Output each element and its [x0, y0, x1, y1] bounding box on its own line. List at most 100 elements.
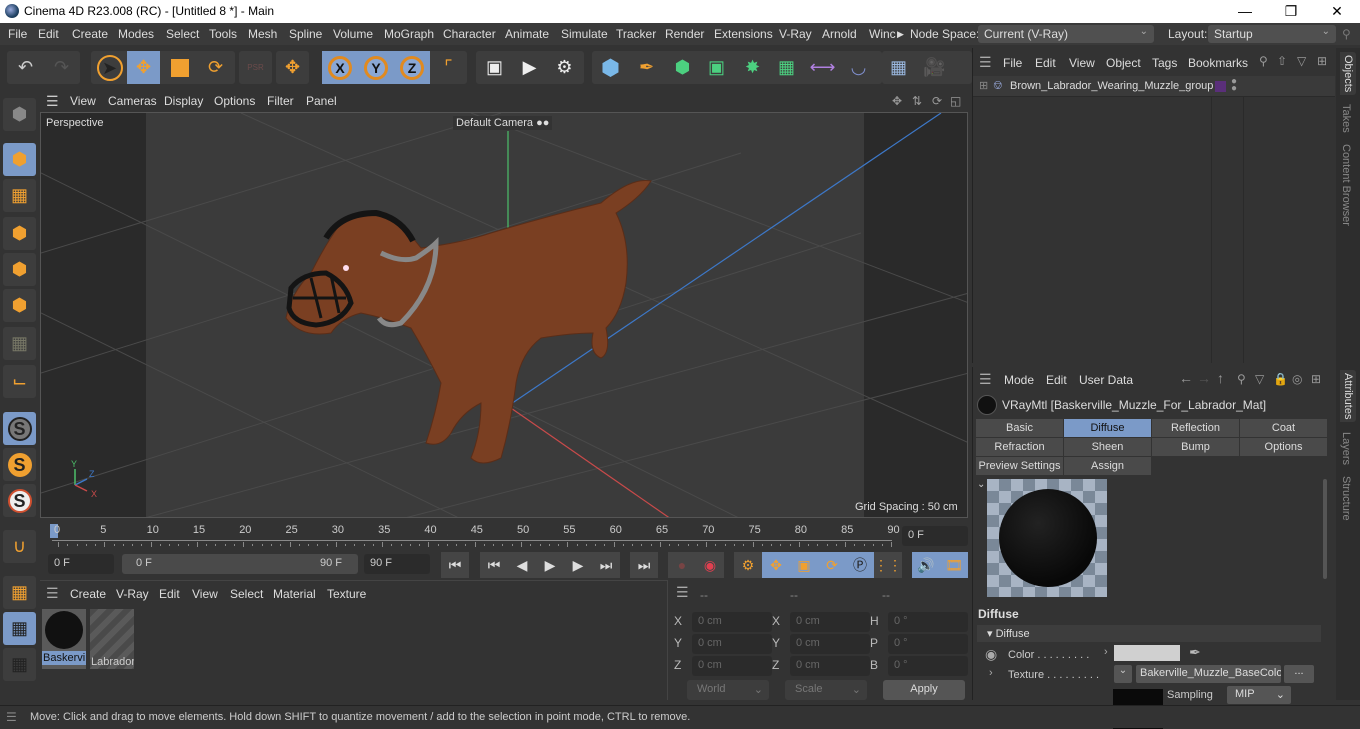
render-picture-viewer-icon[interactable]: ▶ [513, 51, 546, 84]
side-tab-layers[interactable]: Layers [1340, 432, 1352, 465]
tab-coat[interactable]: Coat [1240, 419, 1328, 437]
snap-settings-icon[interactable]: S [3, 448, 36, 481]
workplane-icon[interactable]: ▦ [3, 576, 36, 609]
hamburger-icon[interactable]: ☰ [979, 54, 992, 71]
mat-menu-view[interactable]: View [192, 587, 218, 601]
tab-diffuse[interactable]: Diffuse [1064, 419, 1152, 437]
visibility-dots-icon[interactable]: ● ● [1231, 77, 1237, 94]
attr-menu-mode[interactable]: Mode [1004, 373, 1034, 387]
sampling-select[interactable]: MIP ⌄ [1227, 686, 1291, 704]
color-swatch[interactable] [1114, 645, 1180, 661]
mograph-cubes-icon[interactable]: ▦ [770, 51, 803, 84]
diffuse-group-header[interactable]: ▾ Diffuse [977, 625, 1321, 642]
rotate-view-icon[interactable]: ⟳ [932, 94, 942, 108]
restore-icon[interactable]: ❐ [1268, 0, 1314, 23]
menu-tracker[interactable]: Tracker [616, 27, 656, 41]
coord-mode-select[interactable]: World ⌄ [687, 680, 769, 700]
coord-value-field[interactable]: 0 cm [790, 612, 870, 632]
render-view-icon[interactable]: ▣ [478, 51, 511, 84]
menu-extensions[interactable]: Extensions [714, 27, 773, 41]
radio-icon[interactable]: ◉ [985, 646, 997, 663]
timeline-ruler[interactable]: 0 5 10 15 20 25 30 35 40 45 50 55 60 65 70 75 80 85 90 0 F [40, 518, 970, 550]
menu-select[interactable]: Select [166, 27, 199, 41]
key-pla-icon[interactable]: ⋮⋮ [874, 552, 902, 578]
apply-button[interactable]: Apply [883, 680, 965, 700]
tab-reflection[interactable]: Reflection [1152, 419, 1240, 437]
menu-character[interactable]: Character [443, 27, 496, 41]
back-arrow-icon[interactable]: ← [1179, 370, 1193, 386]
goto-start-icon[interactable]: ⏮ [441, 552, 469, 578]
end-frame-field[interactable]: 90 F [364, 554, 430, 574]
points-mode-icon[interactable]: ⬢ [3, 217, 36, 250]
mat-menu-create[interactable]: Create [70, 587, 106, 601]
texture-dropdown[interactable]: ⌄ [1114, 665, 1132, 683]
menu-overflow-arrow-icon[interactable]: ▶ [897, 29, 904, 40]
psr-icon[interactable]: PSR [239, 51, 272, 84]
obj-menu-view[interactable]: View [1069, 56, 1095, 70]
snap-enable-icon[interactable]: S [3, 484, 36, 517]
viewport-menu-panel[interactable]: Panel [306, 94, 337, 108]
obj-menu-edit[interactable]: Edit [1035, 56, 1056, 70]
coord-value-field[interactable]: 0 cm [692, 634, 772, 654]
side-tab-content-browser[interactable]: Content Browser [1340, 144, 1352, 226]
material-swatch-labrador[interactable]: Labrador [90, 609, 134, 669]
viewport-menu-display[interactable]: Display [164, 94, 203, 108]
menu-create[interactable]: Create [72, 27, 108, 41]
side-tab-structure[interactable]: Structure [1340, 476, 1352, 521]
texture-mode-icon[interactable]: ▦ [3, 179, 36, 212]
eyedropper-icon[interactable]: ✒ [1189, 644, 1201, 661]
viewport-menu-options[interactable]: Options [214, 94, 255, 108]
subdivision-icon[interactable]: ⬢ [666, 51, 699, 84]
lock-icon[interactable]: 🔒 [1273, 372, 1288, 386]
next-key-icon[interactable]: ⏭ [592, 552, 620, 578]
magnet-icon[interactable]: ∪ [3, 530, 36, 563]
menu-tools[interactable]: Tools [209, 27, 237, 41]
move-tool-icon[interactable]: ✥ [127, 51, 160, 84]
hamburger-icon[interactable]: ☰ [676, 584, 689, 601]
hamburger-icon[interactable]: ☰ [979, 371, 992, 388]
obj-menu-bookmarks[interactable]: Bookmarks [1188, 56, 1248, 70]
viewport-menu-filter[interactable]: Filter [267, 94, 294, 108]
undo-icon[interactable]: ↶ [9, 51, 42, 84]
obj-menu-tags[interactable]: Tags [1152, 56, 1177, 70]
menu-volume[interactable]: Volume [333, 27, 373, 41]
attributes-scrollbar[interactable] [1323, 479, 1327, 579]
menu-render[interactable]: Render [665, 27, 704, 41]
edges-mode-icon[interactable]: ⬢ [3, 253, 36, 286]
deformer-icon[interactable]: ⟷ [806, 51, 839, 84]
prev-key-icon[interactable]: ⏮ [480, 552, 508, 578]
attr-menu-edit[interactable]: Edit [1046, 373, 1067, 387]
viewport-menu-view[interactable]: View [70, 94, 96, 108]
menu-modes[interactable]: Modes [118, 27, 154, 41]
filter-icon[interactable]: ▽ [1255, 372, 1264, 386]
hamburger-icon[interactable]: ☰ [46, 93, 59, 110]
select-tool-icon[interactable]: ➤ [93, 51, 126, 84]
start-frame-field[interactable]: 0 F [48, 554, 114, 574]
menu-spline[interactable]: Spline [289, 27, 322, 41]
hamburger-icon[interactable]: ☰ [46, 585, 59, 602]
menu-edit[interactable]: Edit [38, 27, 59, 41]
goto-end-icon[interactable]: ⏭ [630, 552, 658, 578]
menu-mesh[interactable]: Mesh [248, 27, 277, 41]
current-frame-field[interactable]: 0 F [902, 526, 968, 546]
object-name[interactable]: Brown_Labrador_Wearing_Muzzle_group [1010, 80, 1213, 92]
forward-arrow-icon[interactable]: → [1197, 370, 1211, 386]
search-icon[interactable]: ⚲ [1237, 372, 1246, 386]
filter-icon[interactable]: ▽ [1297, 54, 1306, 68]
camera-icon[interactable]: 🎥 [918, 51, 951, 84]
layout-select[interactable]: Startup ⌄ [1208, 25, 1336, 43]
side-tab-takes[interactable]: Takes [1340, 104, 1352, 133]
film-icon[interactable]: 🎞 [940, 552, 968, 578]
workplane-align-icon[interactable]: ▦ [3, 648, 36, 681]
menu-window[interactable]: Winc [869, 27, 896, 41]
obj-menu-object[interactable]: Object [1106, 56, 1141, 70]
material-swatch-baskerville[interactable]: Baskervi [42, 609, 86, 669]
mat-menu-texture[interactable]: Texture [327, 587, 366, 601]
lock-z-button[interactable]: Z [394, 51, 430, 84]
home-icon[interactable]: ⇧ [1277, 54, 1287, 68]
node-space-select[interactable]: Current (V-Ray) ⌄ [978, 25, 1154, 43]
new-panel-icon[interactable]: ⊞ [1311, 372, 1321, 386]
attr-menu-user-data[interactable]: User Data [1079, 373, 1133, 387]
bend-icon[interactable]: ◡ [842, 51, 875, 84]
axis-move-icon[interactable]: ✥ [276, 51, 309, 84]
